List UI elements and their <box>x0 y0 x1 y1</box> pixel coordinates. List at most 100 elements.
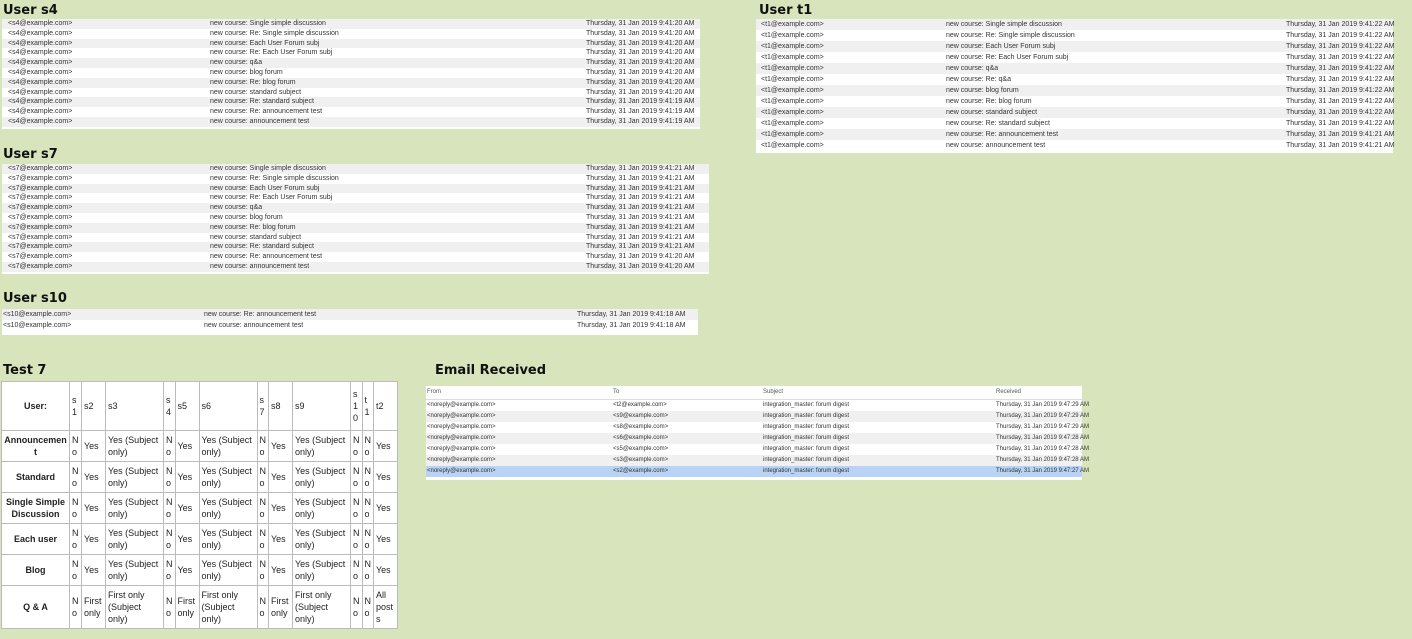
test7-column-header: s8 <box>268 381 293 431</box>
test7-cell: Yes (Subject only) <box>198 554 258 586</box>
test7-cell: Yes <box>174 492 200 524</box>
test7-cell: No <box>256 430 269 462</box>
test7-column-header: s10 <box>350 381 363 431</box>
message-from: <s7@example.com> <box>8 204 73 212</box>
message-row[interactable]: <s7@example.com> new course: blog forum Th… <box>2 212 709 223</box>
test7-cell: Yes <box>268 523 293 555</box>
message-row[interactable]: <t1@example.com> new course: Re: blog for… <box>756 96 1394 107</box>
test7-cell: No <box>163 523 176 555</box>
test7-cell: Yes <box>268 492 293 524</box>
message-row[interactable]: <t1@example.com> new course: Each User Fo… <box>756 41 1394 52</box>
email-row[interactable]: <noreply@example.com> <t2@example.com> int… <box>426 400 1089 411</box>
column-header-subject[interactable]: Subject <box>763 386 783 399</box>
message-subject: new course: blog forum <box>210 213 283 221</box>
email-from: <noreply@example.com> <box>427 468 496 474</box>
test7-cell: First only <box>268 585 293 629</box>
message-date: Thursday, 31 Jan 2019 9:41:20 AM <box>586 68 695 76</box>
column-header-to[interactable]: To <box>613 386 619 399</box>
test7-row: Blog No Yes Yes (Subject only) No Yes Yes (Sub… <box>1 554 398 586</box>
message-row[interactable]: <s7@example.com> new course: Single simpl… <box>2 164 709 174</box>
email-received: Thursday, 31 Jan 2019 9:47:29 AM <box>996 413 1089 419</box>
message-date: Thursday, 31 Jan 2019 9:41:20 AM <box>586 49 695 57</box>
message-subject: new course: announcement test <box>204 322 304 329</box>
message-subject: new course: Re: blog forum <box>946 98 1032 105</box>
message-row[interactable]: <t1@example.com> new course: Re: Single s… <box>756 30 1394 41</box>
message-row[interactable]: <s7@example.com> new course: standard sub… <box>2 232 709 243</box>
message-row[interactable]: <t1@example.com> new course: Re: Each Use… <box>756 52 1394 63</box>
email-row[interactable]: <noreply@example.com> <s8@example.com> int… <box>426 422 1089 433</box>
message-row[interactable]: <s7@example.com> new course: q&a Thursday,… <box>2 203 709 213</box>
message-date: Thursday, 31 Jan 2019 9:41:21 AM <box>586 204 695 212</box>
test7-column-header: t1 <box>361 381 374 431</box>
test7-cell: Yes <box>81 523 106 555</box>
test7-cell: Yes <box>373 430 398 462</box>
test7-cell: Yes <box>81 554 106 586</box>
test7-cell: No <box>163 430 176 462</box>
email-received: Thursday, 31 Jan 2019 9:47:28 AM <box>996 446 1089 452</box>
message-row[interactable]: <s4@example.com> new course: Re: announce… <box>2 107 700 117</box>
message-row[interactable]: <s4@example.com> new course: blog forum Th… <box>2 67 700 78</box>
message-row[interactable]: <t1@example.com> new course: Re: standard… <box>756 118 1394 129</box>
test7-column-header: s9 <box>292 381 351 431</box>
message-row[interactable]: <t1@example.com> new course: standard sub… <box>756 107 1394 118</box>
email-row[interactable]: <noreply@example.com> <s6@example.com> int… <box>426 433 1089 444</box>
message-date: Thursday, 31 Jan 2019 9:41:20 AM <box>586 253 695 261</box>
message-row[interactable]: <t1@example.com> new course: q&a Thursday,… <box>756 63 1394 74</box>
message-row[interactable]: <s10@example.com> new course: Re: announc… <box>2 309 698 320</box>
message-row[interactable]: <s7@example.com> new course: Re: blog for… <box>2 222 709 233</box>
test7-cell: No <box>361 492 374 524</box>
message-row[interactable]: <s7@example.com> new course: Each User Fo… <box>2 183 709 194</box>
message-row[interactable]: <s4@example.com> new course: Re: standard… <box>2 97 700 108</box>
test7-cell: No <box>256 461 269 493</box>
message-row[interactable]: <s4@example.com> new course: Single simpl… <box>2 19 700 29</box>
message-row[interactable]: <s4@example.com> new course: q&a Thursday,… <box>2 58 700 68</box>
column-header-from[interactable]: From <box>427 386 441 399</box>
message-row[interactable]: <s7@example.com> new course: Re: announce… <box>2 252 709 262</box>
message-row[interactable]: <t1@example.com> new course: blog forum Th… <box>756 85 1394 96</box>
message-from: <t1@example.com> <box>761 131 824 138</box>
test7-cell: Yes (Subject only) <box>198 492 258 524</box>
message-row[interactable]: <t1@example.com> new course: announcement… <box>756 140 1394 151</box>
email-subject: integration_master: forum digest <box>763 457 850 463</box>
email-row[interactable]: <noreply@example.com> <s2@example.com> int… <box>426 466 1089 477</box>
message-from: <s7@example.com> <box>8 165 73 172</box>
message-row[interactable]: <s4@example.com> new course: Re: blog for… <box>2 77 700 88</box>
message-from: <s4@example.com> <box>8 49 73 57</box>
test7-row-label: Blog <box>1 554 70 586</box>
test7-cell: No <box>361 585 374 629</box>
message-row[interactable]: <s10@example.com> new course: announcemen… <box>2 320 698 331</box>
message-date: Thursday, 31 Jan 2019 9:41:21 AM <box>586 223 695 231</box>
message-row[interactable]: <t1@example.com> new course: Re: q&a Thurs… <box>756 74 1394 85</box>
message-row[interactable]: <s4@example.com> new course: Each User Fo… <box>2 38 700 49</box>
test7-cell: Yes (Subject only) <box>105 430 164 462</box>
message-row[interactable]: <s7@example.com> new course: Re: Single s… <box>2 173 709 184</box>
message-date: Thursday, 31 Jan 2019 9:41:20 AM <box>586 29 695 37</box>
message-row[interactable]: <t1@example.com> new course: Re: announce… <box>756 129 1394 140</box>
email-row[interactable]: <noreply@example.com> <s3@example.com> int… <box>426 455 1089 466</box>
message-row[interactable]: <s7@example.com> new course: Re: standard… <box>2 242 709 253</box>
test7-cell: No <box>350 585 363 629</box>
message-from: <s4@example.com> <box>8 29 73 37</box>
email-row[interactable]: <noreply@example.com> <s5@example.com> int… <box>426 444 1089 455</box>
message-date: Thursday, 31 Jan 2019 9:41:20 AM <box>586 262 695 270</box>
message-row[interactable]: <s4@example.com> new course: standard sub… <box>2 87 700 98</box>
message-subject: new course: blog forum <box>946 87 1019 94</box>
email-row[interactable]: <noreply@example.com> <s9@example.com> int… <box>426 411 1089 422</box>
message-subject: new course: q&a <box>210 59 263 67</box>
message-row[interactable]: <s7@example.com> new course: Re: Each Use… <box>2 193 709 204</box>
message-row[interactable]: <s7@example.com> new course: announcement… <box>2 261 709 272</box>
test7-column-header: s7 <box>256 381 269 431</box>
message-row[interactable]: <t1@example.com> new course: Single simpl… <box>756 19 1394 30</box>
section-title-s10: User s10 <box>3 291 67 306</box>
test7-row-label: Q & A <box>1 585 70 629</box>
message-row[interactable]: <s4@example.com> new course: Re: Single s… <box>2 28 700 39</box>
test7-cell: No <box>69 523 82 555</box>
test7-cell: Yes <box>174 554 200 586</box>
test7-column-header: t2 <box>373 381 398 431</box>
email-from: <noreply@example.com> <box>427 446 496 452</box>
message-row[interactable]: <s4@example.com> new course: Re: Each Use… <box>2 48 700 59</box>
test7-column-header: s4 <box>163 381 176 431</box>
column-header-received[interactable]: Received <box>996 386 1021 399</box>
message-row[interactable]: <s4@example.com> new course: announcement… <box>2 116 700 127</box>
message-from: <t1@example.com> <box>761 98 824 105</box>
